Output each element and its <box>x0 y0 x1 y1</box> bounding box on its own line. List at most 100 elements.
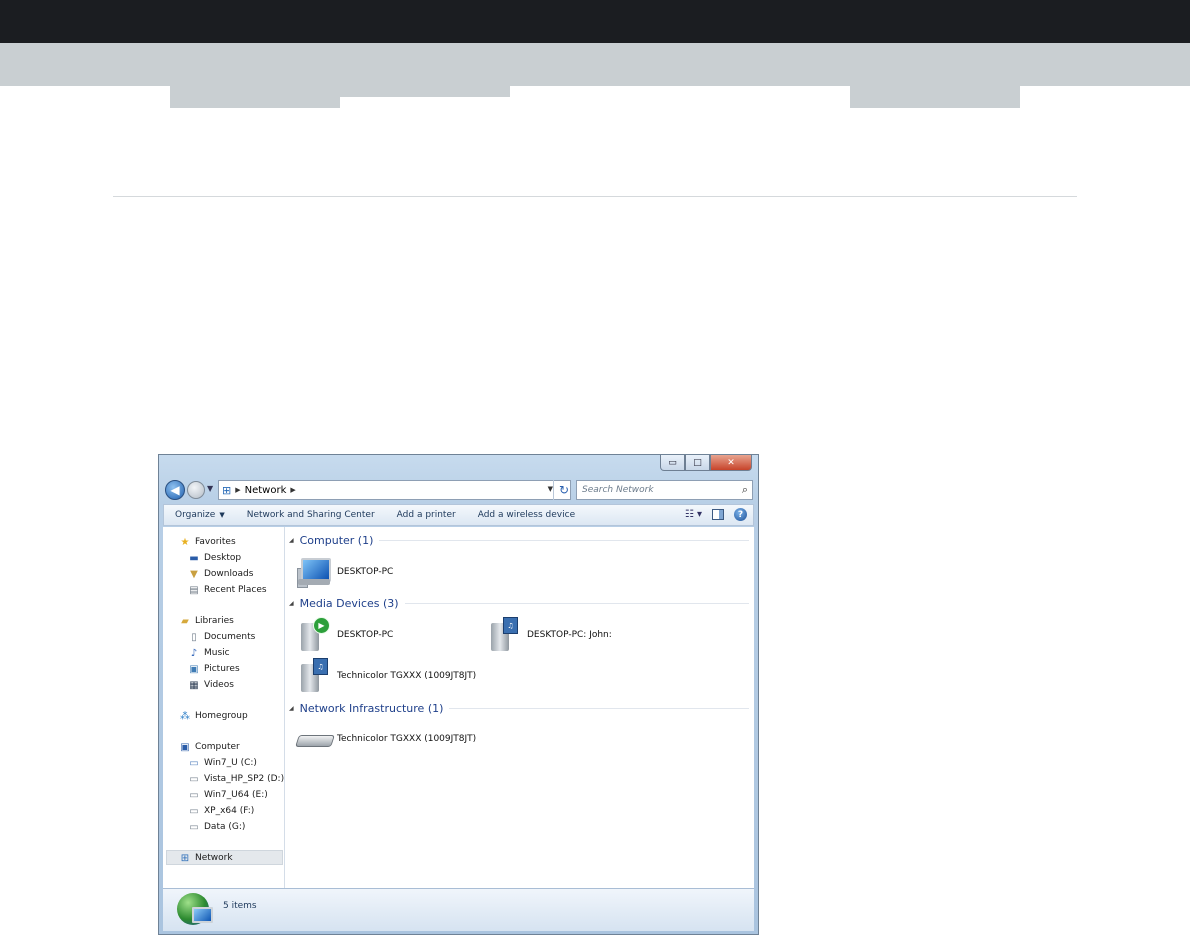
nav-libraries[interactable]: ▰ Libraries <box>179 614 234 628</box>
refresh-icon[interactable]: ↻ <box>553 480 574 500</box>
device-label: DESKTOP-PC <box>337 630 394 640</box>
nav-label: Downloads <box>204 569 254 579</box>
nav-tab-3[interactable] <box>850 86 1020 108</box>
globe-monitor <box>192 907 213 923</box>
nav-label: Homegroup <box>195 711 248 721</box>
content-pane: ◢ Computer (1) DESKTOP-PC ◢ Media Device… <box>285 527 754 888</box>
add-printer-button[interactable]: Add a printer <box>397 510 456 520</box>
maximize-button[interactable]: □ <box>685 455 710 471</box>
search-input[interactable]: Search Network ⌕ <box>576 480 753 500</box>
device-item[interactable]: DESKTOP-PC <box>297 554 393 590</box>
breadcrumb-chevron-icon[interactable]: ▶ <box>235 486 240 494</box>
router-body <box>295 735 335 747</box>
nav-tab-2[interactable] <box>340 86 510 97</box>
drive-icon: ▭ <box>189 757 199 769</box>
group-header-media-devices[interactable]: ◢ Media Devices (3) <box>289 596 749 610</box>
music-icon: ♪ <box>190 647 198 659</box>
minimize-button[interactable]: ▭ <box>660 455 685 471</box>
group-header-network-infrastructure[interactable]: ◢ Network Infrastructure (1) <box>289 701 749 715</box>
nav-drive[interactable]: ▭ Win7_U (C:) <box>188 756 257 770</box>
computer-icon: ▣ <box>180 741 190 753</box>
group-label: Network Infrastructure (1) <box>299 701 444 715</box>
computer-icon <box>297 554 333 590</box>
nav-music[interactable]: ♪ Music <box>188 646 230 660</box>
network-icon: ⊞ <box>222 483 232 497</box>
nav-documents[interactable]: ▯ Documents <box>188 630 255 644</box>
add-wireless-device-button[interactable]: Add a wireless device <box>478 510 575 520</box>
nav-drive[interactable]: ▭ XP_x64 (F:) <box>188 804 254 818</box>
explorer-window: ▭ □ ✕ ◀ ▼ ⊞ ▶ Network ▶ ▼ ↻ Search Netwo… <box>158 454 759 935</box>
nav-drive[interactable]: ▭ Win7_U64 (E:) <box>188 788 268 802</box>
site-nav-bar <box>0 43 1190 86</box>
preview-pane-icon[interactable] <box>712 509 724 520</box>
help-icon[interactable]: ? <box>734 508 747 521</box>
nav-label: Music <box>204 648 230 658</box>
drive-icon: ▭ <box>189 773 199 785</box>
desktop-icon: ▬ <box>189 552 199 564</box>
media-server-icon: ▶ <box>297 617 333 653</box>
group-header-computer[interactable]: ◢ Computer (1) <box>289 533 749 547</box>
nav-label: Documents <box>204 632 256 642</box>
nav-computer[interactable]: ▣ Computer <box>179 740 239 754</box>
nav-recent-places[interactable]: ▤ Recent Places <box>188 583 267 597</box>
device-label: Technicolor TGXXX (1009JT8JT) <box>337 734 477 744</box>
group-divider <box>379 539 749 541</box>
downloads-icon: ▼ <box>190 568 198 580</box>
forward-icon[interactable] <box>187 481 205 499</box>
film-icon: ♫ <box>503 617 518 634</box>
views-icon[interactable]: ☷ ▾ <box>685 509 702 520</box>
address-bar[interactable]: ⊞ ▶ Network ▶ ▼ <box>218 480 571 500</box>
group-label: Media Devices (3) <box>299 596 399 610</box>
organize-button[interactable]: Organize ▼ <box>175 510 225 520</box>
history-dropdown-icon[interactable]: ▼ <box>207 484 213 493</box>
computer-keyboard <box>298 579 330 585</box>
nav-label: Favorites <box>195 537 236 547</box>
nav-drive[interactable]: ▭ Vista_HP_SP2 (D:) <box>188 772 284 786</box>
folder-icon: ▰ <box>181 615 189 627</box>
breadcrumb-chevron-icon[interactable]: ▶ <box>290 486 295 494</box>
device-item[interactable]: ♫ Technicolor TGXXX (1009JT8JT) <box>297 658 476 694</box>
nav-tab-1[interactable] <box>170 86 340 108</box>
item-count: 5 items <box>223 901 257 911</box>
nav-label: Data (G:) <box>204 822 246 832</box>
drive-icon: ▭ <box>189 789 199 801</box>
search-icon[interactable]: ⌕ <box>742 483 748 497</box>
documents-icon: ▯ <box>191 631 197 643</box>
group-divider <box>404 602 749 604</box>
view-controls: ☷ ▾ ? <box>685 508 747 521</box>
organize-label: Organize <box>175 510 216 520</box>
nav-label: XP_x64 (F:) <box>204 806 255 816</box>
details-pane: 5 items <box>163 888 754 931</box>
network-sharing-center-button[interactable]: Network and Sharing Center <box>247 510 375 520</box>
drive-icon: ▭ <box>189 821 199 833</box>
device-item[interactable]: ♫ DESKTOP-PC: John: <box>487 617 612 653</box>
nav-videos[interactable]: ▦ Videos <box>188 678 234 692</box>
collapse-icon[interactable]: ◢ <box>289 537 294 544</box>
device-label: DESKTOP-PC <box>337 567 394 577</box>
nav-network[interactable]: ⊞ Network <box>179 851 233 865</box>
nav-pictures[interactable]: ▣ Pictures <box>188 662 239 676</box>
nav-drive[interactable]: ▭ Data (G:) <box>188 820 245 834</box>
nav-desktop[interactable]: ▬ Desktop <box>188 551 241 565</box>
device-item[interactable]: Technicolor TGXXX (1009JT8JT) <box>295 721 477 757</box>
play-icon: ▶ <box>313 617 330 634</box>
nav-label: Libraries <box>195 616 234 626</box>
nav-homegroup[interactable]: ⁂ Homegroup <box>179 709 248 723</box>
site-top-bar <box>0 0 1190 43</box>
film-icon: ♫ <box>313 658 328 675</box>
device-item[interactable]: ▶ DESKTOP-PC <box>297 617 393 653</box>
nav-label: Recent Places <box>204 585 267 595</box>
recent-places-icon: ▤ <box>189 584 199 596</box>
homegroup-icon: ⁂ <box>180 710 190 722</box>
close-button[interactable]: ✕ <box>710 455 752 471</box>
command-bar: Organize ▼ Network and Sharing Center Add… <box>163 504 754 526</box>
nav-downloads[interactable]: ▼ Downloads <box>188 567 253 581</box>
collapse-icon[interactable]: ◢ <box>289 600 294 607</box>
collapse-icon[interactable]: ◢ <box>289 705 294 712</box>
nav-favorites[interactable]: ★ Favorites <box>179 535 236 549</box>
breadcrumb-network[interactable]: Network <box>245 485 287 496</box>
navigation-row: ◀ ▼ ⊞ ▶ Network ▶ ▼ ↻ Search Network ⌕ <box>165 479 753 501</box>
back-icon[interactable]: ◀ <box>165 480 185 500</box>
navigation-pane: ★ Favorites ▬ Desktop ▼ Downloads ▤ Recent P… <box>163 527 285 888</box>
section-divider <box>113 196 1077 197</box>
